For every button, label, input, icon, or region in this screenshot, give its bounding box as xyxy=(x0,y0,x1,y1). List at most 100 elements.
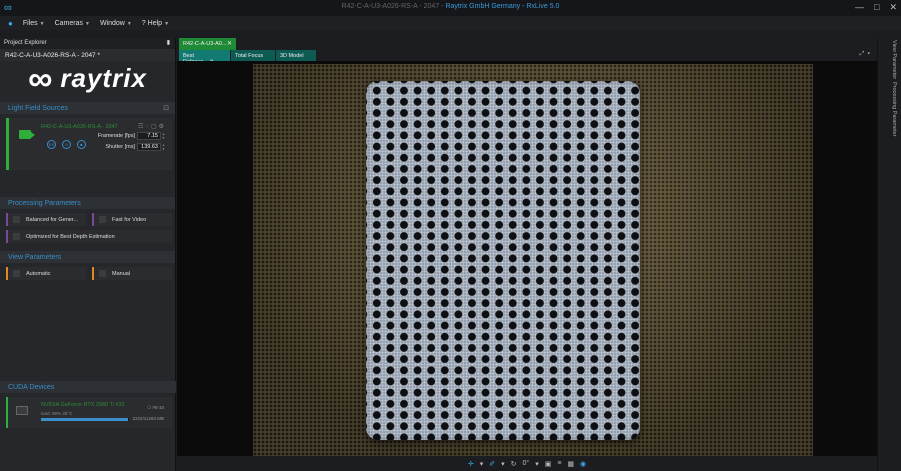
right-panel-strip: View Parameter Processing Parameter xyxy=(877,38,901,471)
option-label: Fast for Video xyxy=(112,217,147,223)
section-light-field-sources[interactable]: Light Field Sources ⊡ xyxy=(0,102,175,114)
chevron-down-icon: ▼ xyxy=(164,20,170,27)
chevron-down-icon: ▼ xyxy=(126,20,132,27)
checkbox[interactable] xyxy=(99,216,106,223)
rxlive-window: ∞ R42-C-A-U3-A026-RS-A - 2047 - Raytrix … xyxy=(0,0,901,471)
rotation-value: 0° xyxy=(522,460,530,467)
section-processing-parameters[interactable]: Processing Parameters xyxy=(0,197,175,209)
chevron-down-icon: ▼ xyxy=(39,20,45,27)
checkbox[interactable] xyxy=(13,233,20,240)
image-viewport[interactable] xyxy=(177,61,877,456)
target-icon[interactable]: ◉ xyxy=(580,460,586,468)
light-field-source-item[interactable]: R42-C-A-U3-A026-RS-A - 2047 ☶◌▢⚙ RS II ■… xyxy=(6,118,172,170)
option-balanced[interactable]: Balanced for Gener... xyxy=(6,213,86,226)
panel-header: Project Explorer ▮ xyxy=(0,38,175,49)
home-icon[interactable]: ● xyxy=(8,19,13,28)
panel-header-title: Project Explorer xyxy=(4,40,47,46)
gpu-load: load: 99% 35°C xyxy=(41,411,73,416)
section-cuda-devices[interactable]: CUDA Devices xyxy=(0,381,176,393)
option-best-depth[interactable]: Optimized for Best Depth Estimation xyxy=(6,230,172,243)
close-window-button[interactable]: ✕ xyxy=(889,2,897,13)
chevron-down-icon: ▼ xyxy=(84,20,90,27)
tab-label: Total Focus xyxy=(235,53,264,59)
shutter-label: Shutter [ms] xyxy=(105,144,135,150)
checkbox[interactable] xyxy=(13,216,20,223)
section-title-label: CUDA Devices xyxy=(8,384,55,391)
view-options-row: Automatic Manual xyxy=(6,267,175,280)
pen-tool-icon[interactable]: ✐ xyxy=(489,460,495,468)
perforated-plate xyxy=(366,81,640,440)
shutter-stepper[interactable]: ▲ ▼ xyxy=(162,143,165,151)
histogram-icon[interactable]: ≡ xyxy=(557,460,561,467)
gpu-load-bar xyxy=(41,418,129,421)
pause-button[interactable]: II xyxy=(62,140,71,149)
gpu-version: ⎔ #5-10 xyxy=(147,405,164,410)
add-source-icon[interactable]: ⊡ xyxy=(163,104,169,112)
minimize-button[interactable]: — xyxy=(855,2,864,13)
move-tool-icon[interactable]: ✛ xyxy=(468,460,474,468)
tab-processing-parameter[interactable]: Processing Parameter xyxy=(891,82,897,136)
framerate-stepper[interactable]: ▲ ▼ xyxy=(162,132,165,140)
framerate-label: Framerate [fps] xyxy=(97,133,135,139)
tab-3d-model[interactable]: 3D Model xyxy=(276,50,316,61)
option-label: Balanced for Gener... xyxy=(26,217,78,223)
window-title: R42-C-A-U3-A026-RS-A - 2047 - Raytrix Gm… xyxy=(0,3,901,10)
menu-files[interactable]: Files ▼ xyxy=(23,20,45,27)
menu-files-label: Files xyxy=(22,19,38,27)
chevron-down-icon[interactable]: ▾ xyxy=(501,460,505,468)
close-tab-icon[interactable]: ✕ xyxy=(227,40,232,47)
document-tab-bar: R42-C-A-U3-A0... ✕ xyxy=(177,38,877,50)
option-fast-video[interactable]: Fast for Video xyxy=(92,213,172,226)
gpu-icon xyxy=(16,406,28,415)
menu-cameras-label: Cameras xyxy=(54,19,83,27)
raytrix-logo-symbol: ∞ xyxy=(28,59,53,98)
view-tab-bar: Best Refocus✕ Total Focus 3D Model ⤢▾ xyxy=(177,50,877,65)
processing-options-row: Balanced for Gener... Fast for Video xyxy=(6,213,175,226)
help-icon: ? xyxy=(141,19,146,27)
raytrix-logo: ∞ raytrix xyxy=(0,61,175,96)
image-icon[interactable]: ▣ xyxy=(545,460,552,468)
option-manual[interactable]: Manual xyxy=(92,267,172,280)
rotate-icon[interactable]: ↻ xyxy=(511,460,517,468)
framerate-field[interactable]: 7.15 xyxy=(137,132,161,140)
window-title-app: Raytrix GmbH Germany - RxLive 5.0 xyxy=(445,3,560,10)
menu-bar: ● Files ▼ Cameras ▼ Window ▼ ? Help ▼ xyxy=(0,16,901,30)
gpu-load-fill xyxy=(41,418,129,421)
tab-best-refocus[interactable]: Best Refocus✕ xyxy=(179,50,230,65)
section-title-label: View Parameters xyxy=(8,254,62,261)
document-tab-label: R42-C-A-U3-A0... xyxy=(183,41,227,47)
option-label: Automatic xyxy=(26,271,51,277)
record-button[interactable]: RS xyxy=(47,140,56,149)
raytrix-logo-text: raytrix xyxy=(60,63,147,93)
section-view-parameters[interactable]: View Parameters xyxy=(0,251,175,263)
grid-icon[interactable]: ▦ xyxy=(567,460,574,468)
menu-window-label: Window xyxy=(99,19,125,27)
tab-controls[interactable]: ⤢▾ xyxy=(860,51,873,58)
refocus-image xyxy=(253,64,813,456)
camera-tools[interactable]: ☶◌▢⚙ xyxy=(138,123,166,130)
window-title-doc: R42-C-A-U3-A026-RS-A - 2047 - xyxy=(341,3,444,10)
window-controls: — □ ✕ xyxy=(855,2,897,13)
gpu-memory: 2222/11263 MB xyxy=(132,416,164,421)
tab-view-parameter[interactable]: View Parameter xyxy=(891,40,897,79)
cuda-devices-section: CUDA Devices NVIDIA GeForce RTX 2080 Ti … xyxy=(0,381,176,428)
checkbox[interactable] xyxy=(99,270,106,277)
maximize-button[interactable]: □ xyxy=(874,2,879,13)
menu-help[interactable]: ? Help ▼ xyxy=(142,20,169,27)
pin-icon[interactable]: ▮ xyxy=(167,39,170,46)
shutter-field[interactable]: 139.63 xyxy=(137,143,161,151)
stop-button[interactable]: ■ xyxy=(77,140,86,149)
chevron-down-icon[interactable]: ▾ xyxy=(535,460,539,468)
menu-cameras[interactable]: Cameras ▼ xyxy=(55,20,90,27)
section-title-label: Processing Parameters xyxy=(8,200,81,207)
menu-window[interactable]: Window ▼ xyxy=(100,20,132,27)
processing-options-row: Optimized for Best Depth Estimation xyxy=(6,230,175,243)
checkbox[interactable] xyxy=(13,270,20,277)
camera-icon xyxy=(19,130,35,139)
cuda-device-item[interactable]: NVIDIA GeForce RTX 2080 Ti #32 load: 99%… xyxy=(6,397,172,428)
project-name[interactable]: R42-C-A-U3-A026-RS-A - 2047 * xyxy=(0,49,175,61)
chevron-down-icon[interactable]: ▾ xyxy=(480,460,484,468)
option-automatic[interactable]: Automatic xyxy=(6,267,86,280)
document-tab[interactable]: R42-C-A-U3-A0... ✕ xyxy=(179,38,236,50)
tab-total-focus[interactable]: Total Focus xyxy=(231,50,275,61)
